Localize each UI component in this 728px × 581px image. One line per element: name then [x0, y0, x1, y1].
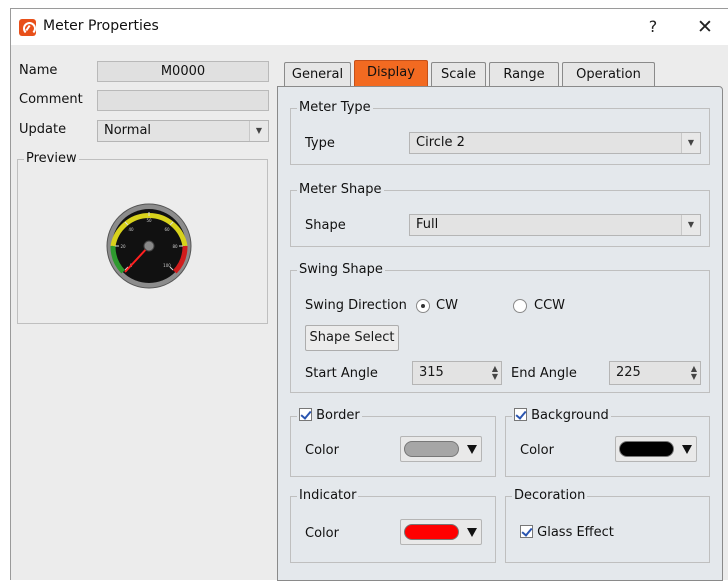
glass-effect-option[interactable]: Glass Effect — [520, 525, 614, 540]
start-angle-value: 315 — [419, 365, 444, 380]
shape-select[interactable]: Full ▼ — [409, 214, 701, 236]
type-value: Circle 2 — [416, 135, 465, 150]
shape-label: Shape — [305, 218, 346, 233]
svg-text:80: 80 — [172, 244, 178, 249]
window-title: Meter Properties — [43, 18, 159, 34]
end-angle-value: 225 — [616, 365, 641, 380]
tab-scale[interactable]: Scale — [431, 62, 486, 87]
tab-operation[interactable]: Operation — [562, 62, 655, 87]
meter-shape-group: Meter Shape Shape Full ▼ — [290, 182, 710, 247]
gauge-preview: 02040 506080 100 — [106, 203, 192, 289]
background-group: Background Color — [505, 408, 710, 477]
glass-effect-label: Glass Effect — [537, 525, 614, 540]
preview-title: Preview — [24, 151, 79, 166]
indicator-color-picker[interactable] — [400, 519, 482, 545]
spinner-arrows-icon[interactable]: ▲ ▼ — [691, 365, 697, 381]
border-title-label: Border — [316, 408, 360, 423]
update-label: Update — [19, 122, 67, 137]
svg-text:50: 50 — [146, 218, 152, 223]
update-select[interactable]: Normal ▼ — [97, 120, 269, 142]
chevron-down-icon: ▼ — [249, 121, 268, 141]
tab-display[interactable]: Display — [354, 60, 428, 87]
svg-text:20: 20 — [120, 244, 126, 249]
svg-text:100: 100 — [163, 263, 171, 268]
decoration-title: Decoration — [512, 488, 588, 503]
svg-text:40: 40 — [128, 227, 134, 232]
border-color-swatch — [404, 441, 459, 457]
border-title: Border — [297, 408, 362, 423]
shape-value: Full — [416, 217, 439, 232]
spinner-arrows-icon[interactable]: ▲ ▼ — [492, 365, 498, 381]
meter-type-group: Meter Type Type Circle 2 ▼ — [290, 100, 710, 165]
indicator-group: Indicator Color — [290, 488, 496, 563]
chevron-down-icon: ▼ — [681, 133, 700, 153]
end-angle-spinner[interactable]: 225 ▲ ▼ — [609, 361, 701, 385]
dropdown-arrow-icon — [467, 528, 477, 537]
shape-select-button[interactable]: Shape Select — [305, 325, 399, 351]
border-color-picker[interactable] — [400, 436, 482, 462]
title-bar: Meter Properties ? ✕ — [11, 9, 728, 45]
swing-shape-title: Swing Shape — [297, 262, 385, 277]
tab-range[interactable]: Range — [489, 62, 559, 87]
comment-label: Comment — [19, 92, 83, 107]
meter-shape-title: Meter Shape — [297, 182, 384, 197]
glass-effect-checkbox[interactable] — [520, 525, 533, 538]
border-checkbox[interactable] — [299, 408, 312, 421]
update-value: Normal — [104, 123, 152, 138]
meter-properties-dialog: Meter Properties ? ✕ Name M0000 Comment … — [10, 8, 728, 581]
help-button[interactable]: ? — [633, 13, 673, 41]
preview-group: Preview 02040 506080 100 — [17, 151, 268, 324]
swing-shape-group: Swing Shape Swing Direction CW CCW Shape… — [290, 262, 710, 393]
background-color-label: Color — [520, 443, 554, 458]
display-panel: Meter Type Type Circle 2 ▼ Meter Shape S… — [277, 86, 723, 581]
cw-label: CW — [436, 298, 458, 313]
dropdown-arrow-icon — [467, 445, 477, 454]
background-title: Background — [512, 408, 611, 423]
cw-radio[interactable] — [416, 299, 430, 313]
ccw-radio[interactable] — [513, 299, 527, 313]
tab-general[interactable]: General — [284, 62, 351, 87]
name-field[interactable]: M0000 — [97, 61, 269, 82]
start-angle-spinner[interactable]: 315 ▲ ▼ — [412, 361, 502, 385]
background-checkbox[interactable] — [514, 408, 527, 421]
type-select[interactable]: Circle 2 ▼ — [409, 132, 701, 154]
border-group: Border Color — [290, 408, 496, 477]
name-label: Name — [19, 63, 58, 78]
indicator-color-label: Color — [305, 526, 339, 541]
background-color-picker[interactable] — [615, 436, 697, 462]
decoration-group: Decoration Glass Effect — [505, 488, 710, 563]
meter-type-title: Meter Type — [297, 100, 373, 115]
chevron-down-icon: ▼ — [681, 215, 700, 235]
svg-text:60: 60 — [164, 227, 170, 232]
border-color-label: Color — [305, 443, 339, 458]
end-angle-label: End Angle — [511, 366, 577, 381]
swing-direction-label: Swing Direction — [305, 298, 407, 313]
meter-app-icon — [19, 19, 36, 36]
dropdown-arrow-icon — [682, 445, 692, 454]
close-button[interactable]: ✕ — [685, 13, 725, 41]
indicator-color-swatch — [404, 524, 459, 540]
type-label: Type — [305, 136, 335, 151]
indicator-title: Indicator — [297, 488, 359, 503]
ccw-label: CCW — [534, 298, 566, 313]
background-title-label: Background — [531, 408, 609, 423]
background-color-swatch — [619, 441, 674, 457]
start-angle-label: Start Angle — [305, 366, 378, 381]
comment-field[interactable] — [97, 90, 269, 111]
